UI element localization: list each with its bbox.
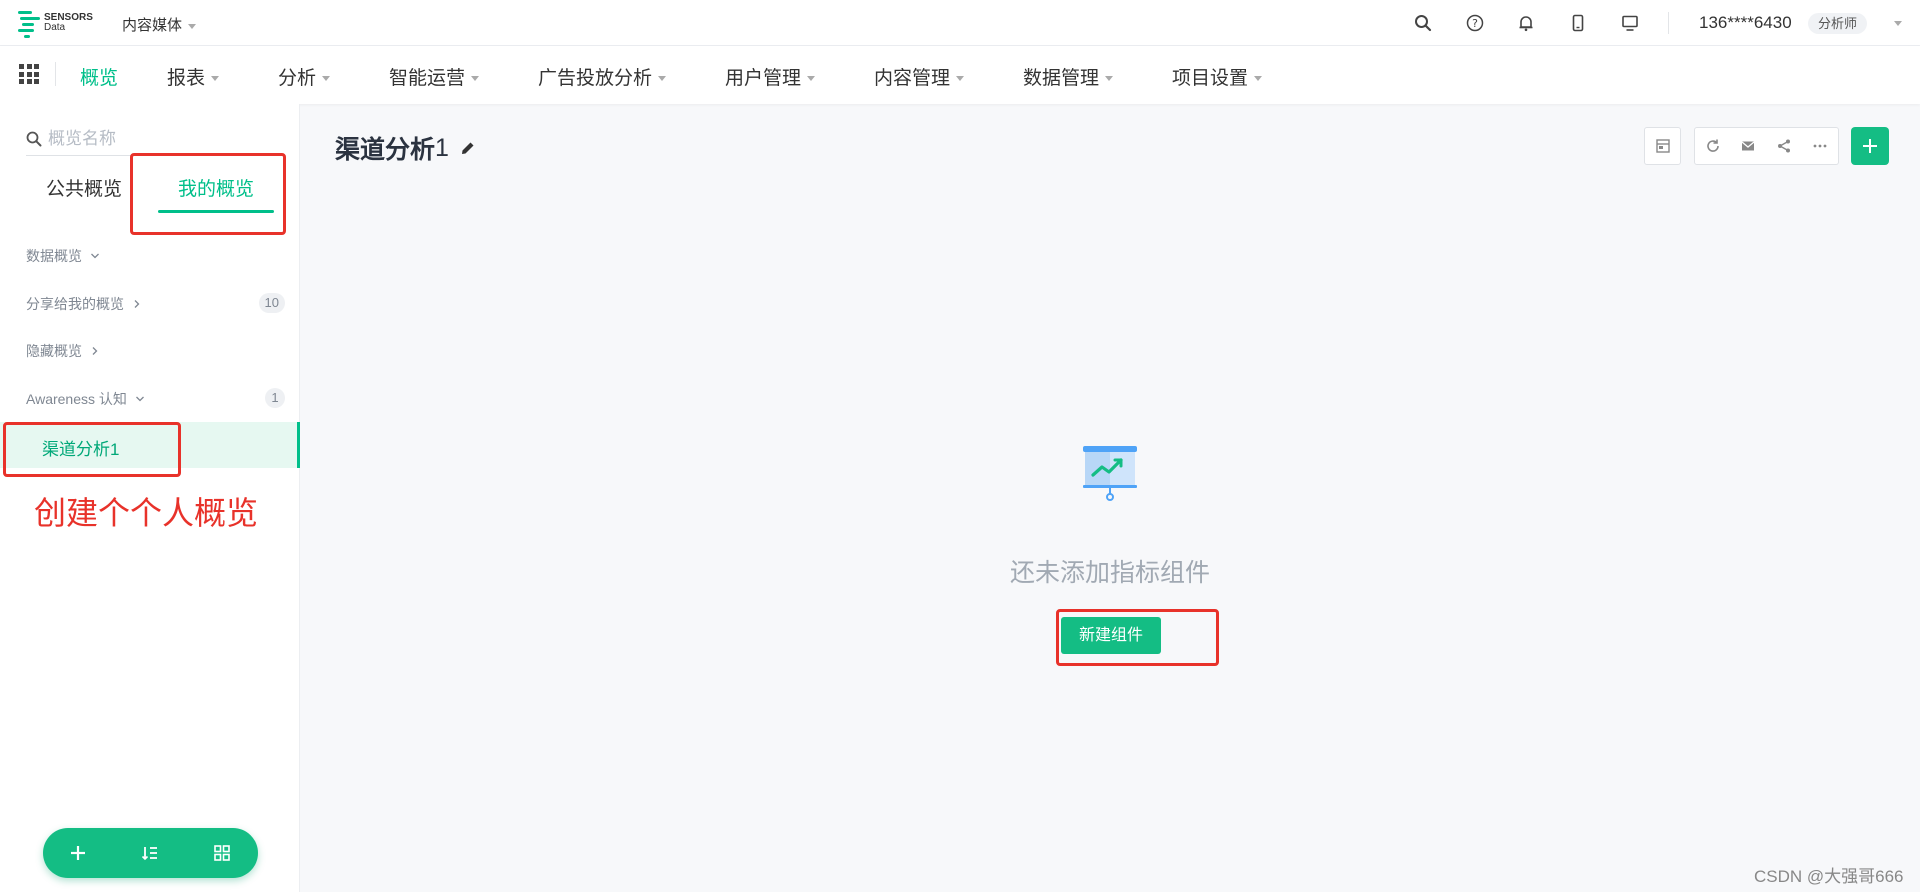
- group-awareness[interactable]: Awareness 认知: [26, 389, 145, 409]
- nav-label: 智能运营: [389, 68, 466, 89]
- top-bar: SENSORS Data 内容媒体 ? 136****6430 分析师: [0, 0, 1920, 46]
- add-component-button[interactable]: [1851, 127, 1889, 165]
- main-nav: 概览 报表 分析 智能运营 广告投放分析 用户管理 内容管理 数据管理 项目设置: [0, 46, 1920, 104]
- user-menu-chevron-icon[interactable]: [1894, 21, 1902, 26]
- chevron-down-icon: [658, 76, 667, 82]
- header-divider: [1668, 12, 1669, 34]
- mail-icon: [1741, 141, 1755, 151]
- user-account[interactable]: 136****6430: [1699, 13, 1792, 33]
- nav-item-ad-analysis[interactable]: 广告投放分析: [538, 63, 667, 90]
- nav-label: 项目设置: [1172, 68, 1249, 89]
- watermark-text: CSDN @大强哥666: [1754, 867, 1904, 886]
- group-data-overview[interactable]: 数据概览: [26, 246, 100, 266]
- sort-list-icon: [141, 847, 157, 861]
- logo-mark-icon: [18, 9, 40, 38]
- nav-item-smart-ops[interactable]: 智能运营: [389, 63, 480, 90]
- empty-board-illustration-icon: [1083, 446, 1137, 501]
- role-badge: 分析师: [1808, 13, 1868, 34]
- add-overview-button[interactable]: [66, 841, 90, 865]
- more-button[interactable]: [1802, 127, 1839, 165]
- chevron-down-icon: [1105, 76, 1114, 82]
- group-label: 分享给我的概览: [26, 296, 124, 312]
- plus-icon: [71, 846, 85, 860]
- nav-label: 概览: [80, 68, 119, 89]
- svg-text:?: ?: [1472, 17, 1478, 30]
- group-hidden[interactable]: 隐藏概览: [26, 341, 100, 361]
- chevron-down-icon: [471, 76, 480, 82]
- chevron-right-icon: [134, 300, 140, 308]
- chevron-down-icon: [211, 76, 220, 82]
- chevron-down-icon: [1254, 76, 1263, 82]
- group-label: 隐藏概览: [26, 343, 82, 359]
- plus-icon: [1863, 139, 1877, 153]
- shared-count-badge: 10: [258, 293, 285, 313]
- nav-item-user-management[interactable]: 用户管理: [725, 63, 816, 90]
- grid-icon: [214, 845, 230, 861]
- nav-label: 广告投放分析: [538, 68, 653, 89]
- app-grid-icon[interactable]: [19, 64, 39, 84]
- logo-line2: Data: [44, 22, 66, 33]
- layout-button[interactable]: [1644, 127, 1681, 165]
- group-label: Awareness 认知: [26, 391, 127, 407]
- sort-overview-button[interactable]: [138, 841, 162, 865]
- page-title-number: 1: [435, 133, 449, 162]
- project-name: 内容媒体: [122, 17, 183, 34]
- nav-item-analysis[interactable]: 分析: [278, 63, 331, 90]
- logo-text: SENSORS Data: [44, 13, 93, 33]
- layout-icon: [1655, 139, 1670, 153]
- group-label: 数据概览: [26, 248, 82, 264]
- chevron-down-icon: [807, 76, 816, 82]
- sidebar-toolbar: [43, 828, 258, 878]
- nav-label: 数据管理: [1023, 68, 1100, 89]
- more-icon: [1813, 144, 1827, 148]
- nav-label: 报表: [167, 68, 206, 89]
- annotation-box-channel-analysis: [3, 422, 181, 477]
- search-icon: [26, 131, 42, 146]
- sensors-data-logo[interactable]: SENSORS Data: [18, 9, 93, 38]
- new-component-button[interactable]: 新建组件: [1061, 617, 1161, 654]
- chevron-down-icon: [322, 76, 331, 82]
- nav-label: 用户管理: [725, 68, 802, 89]
- page-title-text: 渠道分析: [335, 136, 436, 164]
- nav-item-content-management[interactable]: 内容管理: [874, 63, 965, 90]
- overview-search-input[interactable]: [48, 128, 248, 149]
- nav-divider: [55, 62, 56, 86]
- group-shared-with-me[interactable]: 分享给我的概览: [26, 294, 142, 314]
- bell-icon[interactable]: [1515, 12, 1537, 34]
- share-icon: [1778, 139, 1790, 153]
- page-title: 渠道分析 1: [335, 130, 477, 166]
- nav-item-project-settings[interactable]: 项目设置: [1172, 63, 1263, 90]
- refresh-button[interactable]: [1694, 127, 1731, 165]
- nav-label: 内容管理: [874, 68, 951, 89]
- empty-state-text: 还未添加指标组件: [1009, 559, 1210, 587]
- nav-item-reports[interactable]: 报表: [167, 63, 220, 90]
- monitor-icon[interactable]: [1619, 12, 1641, 34]
- nav-label: 分析: [278, 68, 317, 89]
- nav-item-overview[interactable]: 概览: [80, 63, 118, 90]
- help-icon[interactable]: ?: [1464, 12, 1486, 34]
- edit-pencil-icon[interactable]: [459, 139, 477, 157]
- mail-button[interactable]: [1730, 127, 1767, 165]
- project-switcher[interactable]: 内容媒体: [122, 14, 197, 35]
- chevron-down-icon: [956, 76, 965, 82]
- chevron-down-icon: [188, 23, 197, 29]
- search-icon[interactable]: [1412, 12, 1434, 34]
- refresh-icon: [1706, 139, 1719, 152]
- chevron-down-icon: [135, 396, 144, 402]
- nav-item-data-management[interactable]: 数据管理: [1023, 63, 1114, 90]
- tab-public-overview[interactable]: 公共概览: [46, 174, 122, 201]
- awareness-count-badge: 1: [265, 388, 285, 408]
- share-button[interactable]: [1766, 127, 1803, 165]
- chevron-down-icon: [91, 253, 99, 259]
- grid-view-button[interactable]: [210, 841, 234, 865]
- annotation-text: 创建个个人概览: [34, 495, 259, 531]
- mobile-icon[interactable]: [1567, 12, 1589, 34]
- sidebar-search: [26, 122, 282, 156]
- chevron-right-icon: [92, 347, 98, 355]
- annotation-box-my-overview: [130, 153, 286, 235]
